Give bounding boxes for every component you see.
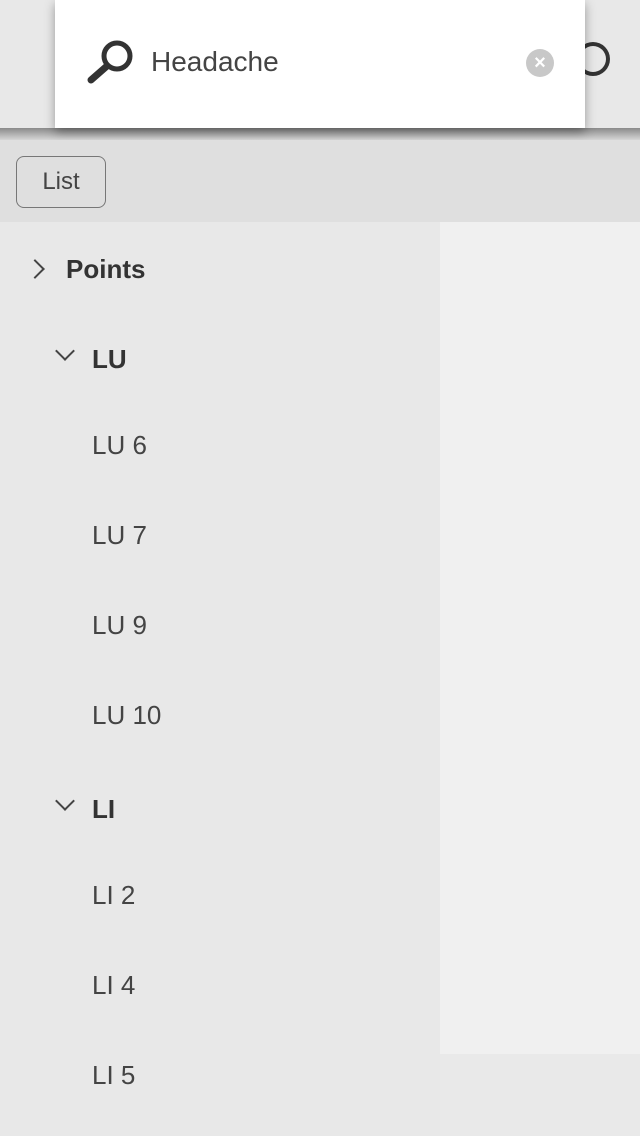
chevron-down-icon[interactable] — [55, 341, 75, 361]
list-item[interactable]: LI 4 — [92, 970, 135, 1001]
points-tree: Points LU LU 6 LU 7 LU 9 LU 10 LI LI 2 L… — [0, 222, 440, 1136]
detail-pane — [440, 222, 640, 1054]
list-item[interactable]: LI 2 — [92, 880, 135, 911]
clear-icon[interactable]: × — [526, 49, 554, 77]
search-input[interactable] — [151, 40, 511, 84]
tree-group-li[interactable]: LI — [92, 794, 115, 825]
tree-root-points[interactable]: Points — [66, 254, 145, 285]
toolbar: List — [0, 140, 640, 222]
list-item[interactable]: LI 5 — [92, 1060, 135, 1091]
list-button[interactable]: List — [16, 156, 106, 208]
list-item[interactable]: LU 6 — [92, 430, 147, 461]
search-icon — [87, 40, 133, 84]
list-item[interactable]: LU 10 — [92, 700, 161, 731]
chevron-right-icon[interactable] — [25, 259, 45, 279]
divider — [0, 128, 640, 140]
list-item[interactable]: LU 9 — [92, 610, 147, 641]
search-bar: × — [55, 0, 585, 128]
chevron-down-icon[interactable] — [55, 791, 75, 811]
tree-group-lu[interactable]: LU — [92, 344, 127, 375]
list-item[interactable]: LU 7 — [92, 520, 147, 551]
